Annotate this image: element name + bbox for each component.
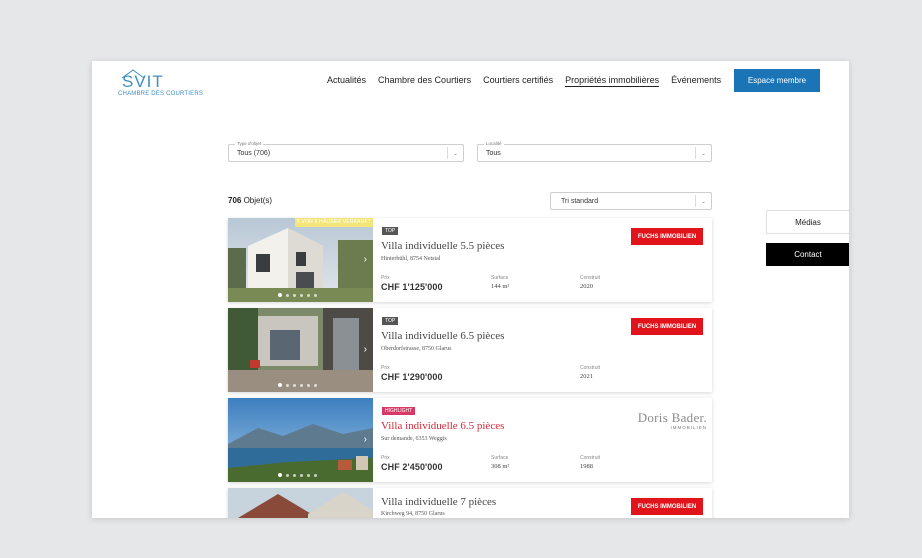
top-badge: TOP (382, 317, 399, 325)
listing-address: Oberdorfstrasse, 8750 Glarus (381, 346, 452, 352)
listing-title[interactable]: Villa individuelle 6.5 pièces (381, 420, 504, 432)
agency-logo-doris-bader[interactable]: Doris Bader. IMMOBILIEN (629, 410, 707, 430)
carousel-dots[interactable] (278, 293, 317, 297)
listing-title[interactable]: Villa individuelle 7 pièces (381, 496, 496, 508)
listing-photo[interactable]: › (228, 398, 373, 482)
agency-logo-fuchs[interactable]: FUCHS IMMOBILIEN (631, 318, 703, 335)
type-select-label: Type d'objet (235, 141, 264, 146)
espace-membre-button[interactable]: Espace membre (734, 69, 820, 92)
chevron-right-icon[interactable]: › (364, 344, 367, 355)
built-label: Construit (580, 455, 601, 461)
built-label: Construit (580, 365, 601, 371)
type-select-value: Tous (706) (237, 150, 271, 157)
chevron-right-icon[interactable]: › (364, 254, 367, 265)
nav-courtiers-certifies[interactable]: Courtiers certifiés (483, 75, 553, 87)
listing-built: 2021 (580, 373, 593, 380)
listing-surface: 144 m² (491, 283, 510, 290)
top-badge: TOP (382, 227, 399, 235)
highlight-badge: HIGHLIGHT (382, 407, 416, 415)
listing-photo[interactable]: 5 VON 5 HÄUSER VERKAUFT › (228, 218, 373, 302)
listing-card[interactable]: Villa individuelle 7 pièces Kirchweg 94,… (228, 488, 712, 518)
chevron-down-icon: ⌄ (695, 195, 711, 207)
chevron-right-icon[interactable]: › (364, 434, 367, 445)
listing-card[interactable]: › TOP Villa individuelle 6.5 pièces Ober… (228, 308, 712, 392)
results-count-suffix: Objet(s) (241, 196, 273, 205)
carousel-dots[interactable] (278, 383, 317, 387)
sold-ribbon: 5 VON 5 HÄUSER VERKAUFT (295, 218, 373, 227)
logo-text: SVIT (122, 72, 164, 91)
type-select[interactable]: Type d'objet Tous (706) ⌄ (228, 141, 464, 162)
price-label: Prix (381, 275, 390, 281)
chevron-down-icon: ⌄ (447, 147, 463, 159)
main-nav: Actualités Chambre des Courtiers Courtie… (327, 75, 721, 87)
locality-select-label: Localité (484, 141, 504, 146)
locality-select[interactable]: Localité Tous ⌄ (477, 141, 712, 162)
results-count: 706 Objet(s) (228, 196, 272, 205)
nav-actualites[interactable]: Actualités (327, 75, 366, 87)
listing-address: Sur demande, 6353 Weggis (381, 436, 447, 442)
listing-address: Hinterbühl, 8754 Netstal (381, 256, 441, 262)
listing-photo[interactable] (228, 488, 373, 518)
contact-button[interactable]: Contact (766, 243, 849, 266)
surface-label: Surface (491, 455, 509, 461)
listing-photo[interactable]: › (228, 308, 373, 392)
listing-built: 2020 (580, 283, 593, 290)
surface-label: Surface (491, 275, 509, 281)
chevron-down-icon: ⌄ (695, 147, 711, 159)
listing-built: 1988 (580, 463, 593, 470)
nav-evenements[interactable]: Événements (671, 75, 721, 87)
listing-price: CHF 1'125'000 (381, 282, 443, 292)
carousel-dots[interactable] (278, 473, 317, 477)
listing-price: CHF 1'290'000 (381, 372, 443, 382)
agency-logo-fuchs[interactable]: FUCHS IMMOBILIEN (631, 228, 703, 245)
listing-price: CHF 2'450'000 (381, 462, 443, 472)
listing-surface: 308 m² (491, 463, 510, 470)
sort-select[interactable]: Tri standard ⌄ (550, 192, 712, 210)
agency-logo-fuchs[interactable]: FUCHS IMMOBILIEN (631, 498, 703, 515)
listing-title[interactable]: Villa individuelle 6.5 pièces (381, 330, 504, 342)
browser-window: SVIT CHAMBRE DES COURTIERS Actualités Ch… (92, 61, 849, 518)
agency-name: Doris Bader. (637, 410, 707, 425)
nav-chambre-des-courtiers[interactable]: Chambre des Courtiers (378, 75, 471, 87)
sort-select-value: Tri standard (561, 198, 599, 205)
price-label: Prix (381, 365, 390, 371)
results-count-number: 706 (228, 196, 242, 205)
price-label: Prix (381, 455, 390, 461)
listing-address: Kirchweg 94, 8750 Glarus (381, 511, 445, 517)
locality-select-value: Tous (486, 150, 501, 157)
svit-logo[interactable]: SVIT CHAMBRE DES COURTIERS (116, 69, 226, 99)
listing-title[interactable]: Villa individuelle 5.5 pièces (381, 240, 504, 252)
listing-card[interactable]: › HIGHLIGHT Villa individuelle 6.5 pièce… (228, 398, 712, 482)
nav-proprietes-immobilieres[interactable]: Propriétés immobilières (565, 75, 660, 87)
built-label: Construit (580, 275, 601, 281)
logo-subtitle: CHAMBRE DES COURTIERS (118, 91, 204, 97)
listing-card[interactable]: 5 VON 5 HÄUSER VERKAUFT › TOP Villa indi… (228, 218, 712, 302)
medias-button[interactable]: Médias (766, 210, 849, 234)
